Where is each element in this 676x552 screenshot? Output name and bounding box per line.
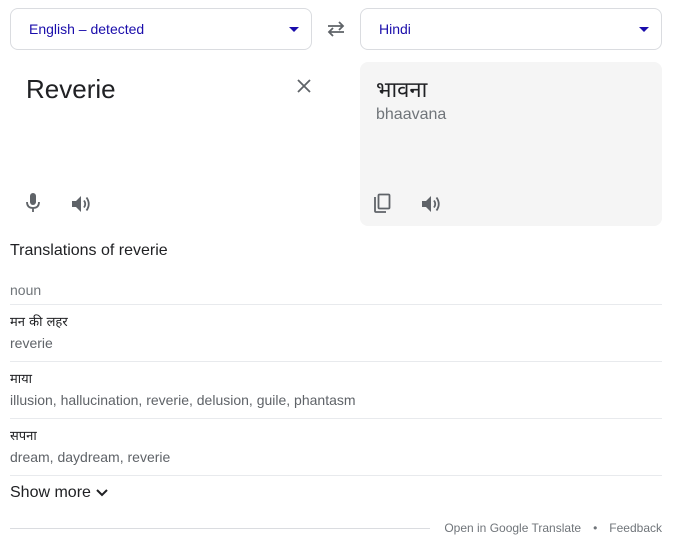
feedback-link[interactable]: Feedback	[609, 521, 662, 535]
entry-synonyms: reverie	[10, 335, 53, 351]
caret-down-icon	[639, 27, 649, 32]
divider	[10, 304, 662, 305]
footer: Open in Google Translate • Feedback	[444, 521, 662, 535]
microphone-button[interactable]	[21, 191, 45, 215]
swap-languages-button[interactable]	[322, 16, 350, 42]
speaker-icon	[422, 196, 440, 212]
translations-heading: Translations of reverie	[10, 242, 168, 259]
show-more-label: Show more	[10, 484, 91, 501]
chevron-down-icon	[96, 489, 108, 497]
close-icon	[297, 79, 311, 93]
open-in-google-translate-link[interactable]: Open in Google Translate	[444, 521, 581, 535]
divider	[10, 361, 662, 362]
dictionary-entry: माया illusion, hallucination, reverie, d…	[10, 372, 662, 408]
copy-translation-button[interactable]	[370, 192, 394, 216]
part-of-speech-label: noun	[10, 282, 42, 298]
entry-synonyms: illusion, hallucination, reverie, delusi…	[10, 392, 356, 408]
entry-synonyms: dream, daydream, reverie	[10, 449, 171, 465]
dictionary-entry: मन की लहर reverie	[10, 315, 662, 351]
caret-down-icon	[289, 27, 299, 32]
microphone-icon	[26, 193, 40, 212]
entry-word: सपना	[10, 429, 37, 444]
entry-word: माया	[10, 372, 33, 387]
transliteration-text: bhaavana	[376, 106, 447, 123]
dictionary-entry: सपना dream, daydream, reverie	[10, 429, 662, 465]
entry-word: मन की लहर	[10, 315, 68, 330]
translation-text: भावना	[376, 78, 428, 103]
swap-arrows-icon	[327, 21, 345, 37]
target-language-label: Hindi	[379, 21, 411, 37]
source-text-input[interactable]: Reverie	[26, 74, 116, 105]
listen-translation-button[interactable]	[419, 192, 443, 216]
divider	[10, 418, 662, 419]
divider	[10, 475, 662, 476]
clear-source-button[interactable]	[292, 74, 316, 98]
source-panel[interactable]: Reverie	[10, 62, 330, 226]
translation-panel: भावना bhaavana	[360, 62, 662, 226]
source-language-label: English – detected	[29, 21, 145, 37]
footer-separator: •	[593, 521, 598, 535]
listen-source-button[interactable]	[69, 192, 93, 216]
copy-icon	[374, 193, 391, 213]
show-more-button[interactable]: Show more	[10, 484, 109, 502]
footer-divider	[10, 528, 430, 529]
target-language-select[interactable]: Hindi	[360, 8, 662, 50]
speaker-icon	[72, 196, 90, 212]
source-language-select[interactable]: English – detected	[10, 8, 312, 50]
